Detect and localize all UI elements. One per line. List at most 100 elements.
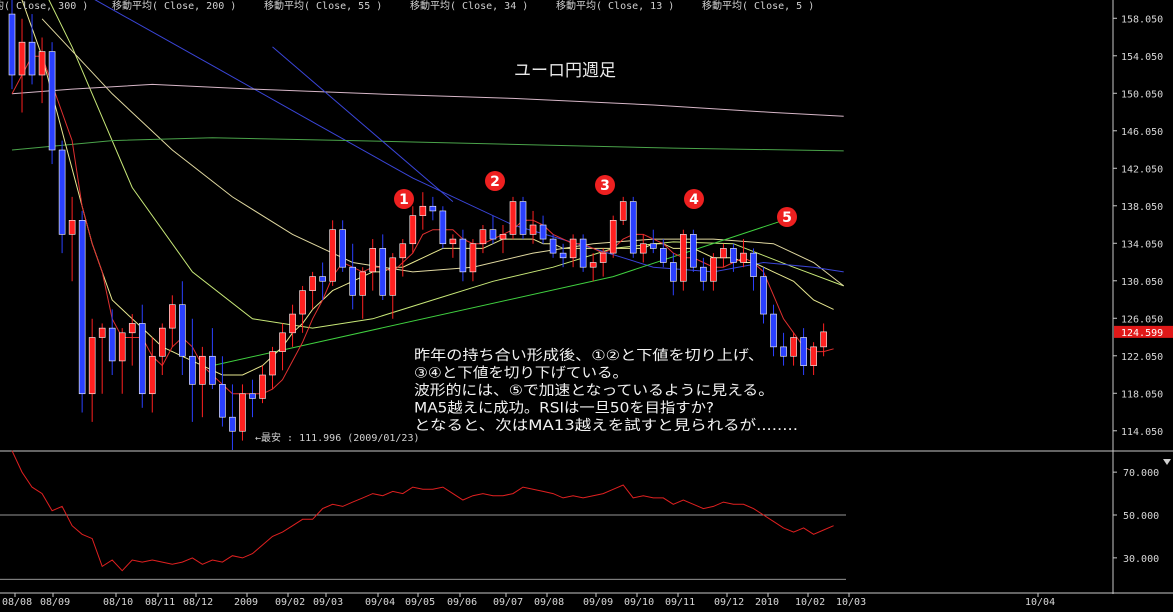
- x-tick-label: 08/09: [40, 597, 70, 608]
- x-tick-label: 09/06: [447, 597, 477, 608]
- candle-body: [389, 257, 397, 296]
- ma-line-ma300: [11, 83, 844, 117]
- x-tick-label: 2009: [234, 597, 258, 608]
- low-annotation: ←最安 : 111.996 (2009/01/23): [255, 431, 420, 444]
- rsi-tick-label: 50.000: [1123, 511, 1159, 522]
- candle-body: [680, 234, 687, 282]
- candle-body: [108, 327, 116, 362]
- y-tick-label: 134.050: [1121, 239, 1163, 250]
- candle-body: [760, 276, 767, 315]
- candle-body: [189, 355, 196, 385]
- candle-body: [349, 266, 356, 296]
- candle-body: [289, 313, 296, 334]
- rsi-line: [11, 450, 834, 572]
- x-tick-label: 2010: [755, 597, 779, 608]
- x-tick-label: 08/12: [183, 597, 213, 608]
- legend-item: 移動平均( Close, 34 ): [410, 0, 528, 12]
- x-tick-label: 08/11: [145, 597, 175, 608]
- trendline: [212, 219, 784, 367]
- candle-body: [549, 238, 557, 254]
- x-tick-label: 09/02: [275, 597, 305, 608]
- y-tick-label: 142.050: [1121, 164, 1163, 175]
- commentary-line: MA5越えに成功。RSIは一旦50を目指すか?: [414, 401, 714, 417]
- candle-body: [199, 355, 206, 385]
- wave-label-number: 4: [689, 192, 699, 208]
- candle-body: [810, 346, 817, 366]
- candle-body: [48, 51, 56, 151]
- candle-body: [750, 252, 757, 277]
- candle-body: [359, 271, 367, 296]
- candle-body: [579, 238, 587, 268]
- candle-body: [619, 201, 627, 221]
- legend-item: 移動平均( Close, 13 ): [556, 0, 674, 12]
- x-tick-label: 10/03: [836, 597, 866, 608]
- ma-line-ma34: [48, 0, 844, 329]
- commentary-line: 昨年の持ち合い形成後、①②と下値を切り上げ、: [414, 348, 764, 364]
- candle-body: [88, 337, 96, 395]
- candle-body: [539, 224, 547, 240]
- y-tick-label: 138.050: [1121, 202, 1163, 213]
- candle-body: [459, 238, 467, 273]
- candle-body: [519, 201, 527, 235]
- x-tick-label: 08/08: [2, 597, 32, 608]
- legend-item: 均( Close, 300 ): [0, 0, 88, 12]
- x-tick-label: 08/10: [103, 597, 133, 608]
- candle-body: [730, 248, 737, 263]
- candle-body: [78, 220, 86, 395]
- rsi-tick-label: 30.000: [1123, 554, 1159, 565]
- candle-body: [599, 252, 607, 263]
- x-tick-label: 09/09: [583, 597, 613, 608]
- y-tick-label: 126.050: [1121, 314, 1163, 325]
- candle-body: [339, 229, 346, 268]
- rsi-scroll-arrow-icon: [1163, 459, 1171, 465]
- candle-body: [259, 374, 266, 399]
- chart-title: ユーロ円週足: [514, 61, 616, 81]
- candle-body: [249, 393, 256, 399]
- x-tick-label: 09/07: [493, 597, 523, 608]
- wave-label-number: 3: [600, 178, 610, 194]
- commentary-line: 波形的には、⑤で加速となっているように見える。: [414, 383, 774, 399]
- y-tick-label: 130.050: [1121, 277, 1163, 288]
- trendline: [272, 46, 454, 202]
- x-tick-label: 09/05: [405, 597, 435, 608]
- candle-body: [790, 337, 797, 357]
- candle-body: [419, 205, 427, 216]
- y-tick-label: 114.050: [1121, 427, 1163, 438]
- candle-body: [229, 416, 236, 432]
- candle-body: [489, 229, 497, 240]
- x-tick-label: 09/12: [714, 597, 744, 608]
- candle-body: [138, 323, 146, 395]
- y-tick-label: 154.050: [1121, 52, 1163, 63]
- candle-body: [649, 243, 657, 249]
- candle-body: [439, 210, 447, 245]
- candle-body: [58, 149, 66, 235]
- candle-body: [219, 384, 226, 418]
- wave-label-number: 5: [782, 210, 792, 226]
- candle-body: [690, 234, 697, 268]
- legend-item: 移動平均( Close, 55 ): [264, 0, 382, 12]
- ma-line-ma200: [94, 0, 844, 273]
- candle-body: [379, 248, 387, 296]
- x-tick-label: 09/11: [665, 597, 695, 608]
- candle-body: [720, 248, 727, 259]
- chart-canvas: 158.050 154.050 150.050 146.050 142.050 138.0…: [0, 0, 1173, 608]
- candle-body: [820, 331, 827, 348]
- rsi-tick-label: 70.000: [1123, 468, 1159, 479]
- candle-body: [28, 41, 36, 76]
- candle-body: [169, 304, 176, 329]
- candle-body: [18, 41, 26, 76]
- candle-body: [239, 393, 246, 432]
- candle-body: [269, 351, 276, 376]
- y-tick-label: 158.050: [1121, 14, 1163, 25]
- candle-body: [309, 276, 316, 291]
- candle-body: [469, 243, 477, 273]
- x-tick-label: 10/02: [795, 597, 825, 608]
- candle-body: [740, 252, 747, 263]
- commentary-line: ③④と下値を切り下げている。: [414, 366, 628, 382]
- candle-body: [559, 252, 567, 259]
- candle-body: [148, 355, 156, 395]
- y-tick-label: 146.050: [1121, 127, 1163, 138]
- candle-body: [639, 243, 647, 254]
- wave-label-number: 2: [490, 174, 500, 190]
- candle-body: [369, 248, 377, 273]
